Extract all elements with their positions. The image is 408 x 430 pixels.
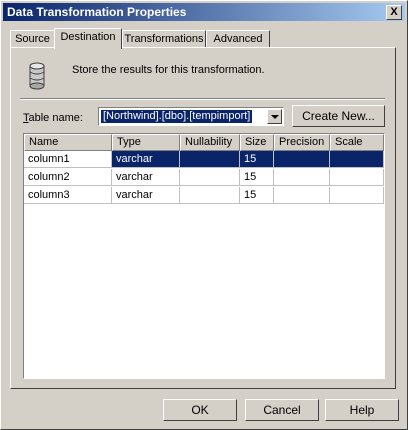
cell-size[interactable]: 15: [240, 169, 274, 186]
grid-header-row: Name Type Nullability Size Precision Sca…: [24, 134, 384, 152]
cell-type[interactable]: varchar: [112, 169, 180, 186]
close-button[interactable]: X: [386, 5, 402, 20]
cell-precision[interactable]: [274, 169, 330, 186]
create-new-button[interactable]: Create New...: [292, 105, 385, 127]
cell-scale[interactable]: [330, 169, 384, 186]
header-size[interactable]: Size: [240, 134, 274, 151]
header-nullability[interactable]: Nullability: [180, 134, 240, 151]
cell-scale[interactable]: [330, 151, 384, 168]
cell-nullability[interactable]: [180, 169, 240, 186]
table-row[interactable]: column2 varchar 15: [24, 169, 384, 187]
cell-nullability[interactable]: [180, 187, 240, 204]
title-bar: Data Transformation Properties X: [3, 3, 405, 21]
description-text: Store the results for this transformatio…: [72, 64, 265, 76]
cell-type[interactable]: varchar: [112, 151, 180, 168]
tab-destination[interactable]: Destination: [54, 28, 122, 49]
ok-button[interactable]: OK: [163, 399, 237, 421]
header-scale[interactable]: Scale: [330, 134, 384, 151]
cell-name[interactable]: column3: [24, 187, 112, 204]
table-row[interactable]: column1 varchar 15: [24, 151, 384, 169]
cell-name[interactable]: column2: [24, 169, 112, 186]
table-name-dropdown[interactable]: [Northwind].[dbo].[tempimport]: [98, 107, 284, 126]
table-name-label: Table name:: [23, 112, 83, 124]
separator: [20, 98, 385, 100]
cell-type[interactable]: varchar: [112, 187, 180, 204]
tab-source[interactable]: Source: [10, 30, 55, 48]
dropdown-arrow-icon[interactable]: [267, 109, 282, 124]
cell-size[interactable]: 15: [240, 187, 274, 204]
header-name[interactable]: Name: [24, 134, 112, 151]
cell-nullability[interactable]: [180, 151, 240, 168]
table-row[interactable]: column3 varchar 15: [24, 187, 384, 205]
header-precision[interactable]: Precision: [274, 134, 330, 151]
cell-precision[interactable]: [274, 151, 330, 168]
help-button[interactable]: Help: [325, 399, 399, 421]
tab-advanced[interactable]: Advanced: [206, 30, 270, 48]
header-type[interactable]: Type: [112, 134, 180, 151]
cell-name[interactable]: column1: [24, 151, 112, 168]
columns-grid[interactable]: Name Type Nullability Size Precision Sca…: [23, 133, 385, 379]
database-icon: [29, 62, 45, 90]
tab-transformations[interactable]: Transformations: [122, 30, 206, 48]
table-name-value: [Northwind].[dbo].[tempimport]: [101, 110, 253, 123]
cell-precision[interactable]: [274, 187, 330, 204]
cell-scale[interactable]: [330, 187, 384, 204]
window-title: Data Transformation Properties: [7, 5, 187, 19]
cell-size[interactable]: 15: [240, 151, 274, 168]
cancel-button[interactable]: Cancel: [245, 399, 319, 421]
